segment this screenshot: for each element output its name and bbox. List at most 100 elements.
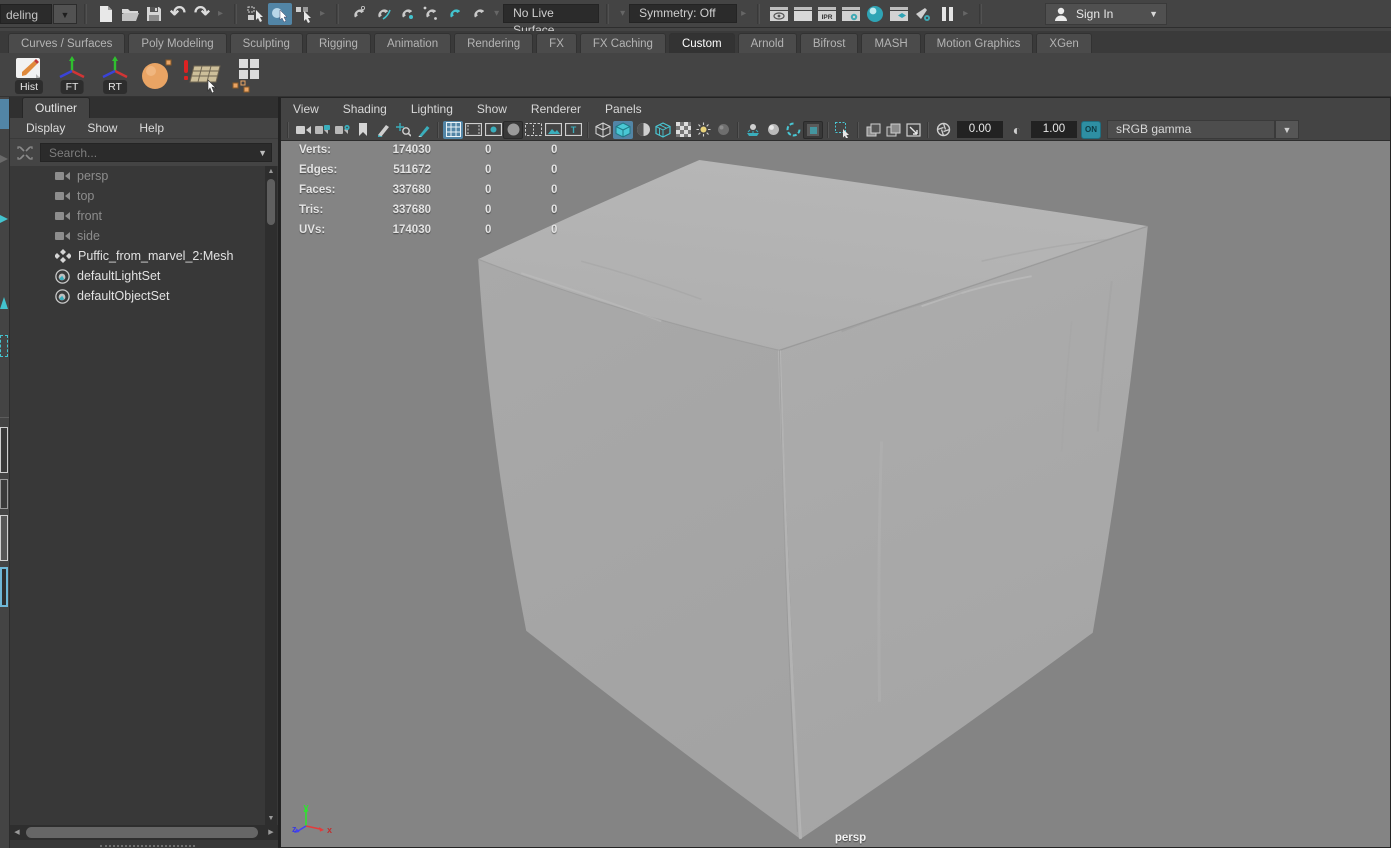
outliner-tab[interactable]: Outliner	[22, 97, 90, 118]
panel-resize-grip[interactable]	[100, 845, 195, 847]
snap-options-arrow-icon[interactable]: ▾	[494, 8, 499, 19]
scrollbar-thumb[interactable]	[26, 827, 258, 838]
multisampling-button[interactable]	[803, 121, 823, 139]
grid-toggle-button[interactable]	[443, 121, 463, 139]
shelf-item-ft[interactable]: FT	[55, 56, 89, 94]
image-plane-button[interactable]	[543, 121, 563, 139]
outliner-menu-display[interactable]: Display	[26, 121, 65, 135]
paint-effects-button[interactable]	[911, 3, 935, 25]
save-scene-button[interactable]	[142, 3, 166, 25]
viewport-menu-renderer[interactable]: Renderer	[531, 102, 581, 116]
filter-icon[interactable]	[16, 144, 34, 162]
outliner-item-mesh[interactable]: Puffic_from_marvel_2:Mesh	[10, 246, 264, 266]
snap-to-curves-button[interactable]	[370, 3, 394, 25]
resolution-gate-button[interactable]	[483, 121, 503, 139]
layout-outliner-persp-button[interactable]	[0, 567, 8, 607]
hypershade-button[interactable]	[863, 3, 887, 25]
snap-to-points-button[interactable]	[394, 3, 418, 25]
shelf-tab-arnold[interactable]: Arnold	[738, 33, 797, 53]
make-live-button[interactable]	[466, 3, 490, 25]
gate-mask-button[interactable]	[503, 121, 523, 139]
rotate-tool-icon[interactable]	[0, 297, 8, 309]
outliner-vertical-scrollbar[interactable]: ▲ ▼	[265, 166, 277, 825]
select-asset-button[interactable]	[292, 3, 316, 25]
shelf-item-warning-plane[interactable]	[182, 56, 222, 94]
live-surface-field[interactable]: No Live Surface	[503, 4, 599, 23]
group-collapse-arrow-icon[interactable]: ▸	[963, 8, 968, 19]
scroll-up-icon[interactable]: ▲	[265, 166, 277, 178]
view-transform-arrow-icon[interactable]: ▼	[1275, 120, 1299, 139]
shelf-tab-xgen[interactable]: XGen	[1036, 33, 1091, 53]
shadows-toggle-button[interactable]	[743, 121, 763, 139]
shelf-tab-sculpting[interactable]: Sculpting	[230, 33, 303, 53]
symmetry-options-arrow-icon[interactable]: ▾	[620, 8, 625, 19]
shelf-item-lattice[interactable]	[231, 56, 261, 94]
render-setup-button[interactable]	[887, 3, 911, 25]
flat-lighting-button[interactable]	[713, 121, 733, 139]
isolate-select-button[interactable]	[833, 121, 853, 139]
viewport-menu-show[interactable]: Show	[477, 102, 507, 116]
scroll-left-icon[interactable]: ◀	[10, 825, 24, 840]
outliner-item-front[interactable]: front	[10, 206, 264, 226]
undo-button[interactable]: ↶	[166, 3, 190, 25]
select-object-type-button[interactable]	[244, 3, 268, 25]
camera-attributes-button[interactable]	[333, 121, 353, 139]
snap-to-grid-button[interactable]	[346, 3, 370, 25]
ipr-render-button[interactable]: IPR	[815, 3, 839, 25]
wireframe-mode-button[interactable]	[593, 121, 613, 139]
select-tool-highlight[interactable]	[0, 99, 9, 129]
group-collapse-arrow-icon[interactable]: ▸	[741, 8, 746, 19]
outliner-horizontal-scrollbar[interactable]: ◀ ▶	[10, 825, 278, 840]
field-chart-button[interactable]	[523, 121, 543, 139]
smooth-shade-mode-button[interactable]	[613, 121, 633, 139]
outliner-menu-show[interactable]: Show	[87, 121, 117, 135]
outliner-item-default-object-set[interactable]: defaultObjectSet	[10, 286, 264, 306]
outliner-list[interactable]: persp top front	[10, 166, 264, 825]
outliner-item-default-light-set[interactable]: defaultLightSet	[10, 266, 264, 286]
exposure-button[interactable]	[933, 121, 953, 139]
select-camera-button[interactable]	[293, 121, 313, 139]
move-tool-icon[interactable]	[0, 215, 8, 223]
render-current-frame-button[interactable]	[791, 3, 815, 25]
group-collapse-arrow-icon[interactable]: ▸	[218, 8, 223, 19]
group-collapse-arrow-icon[interactable]: ▸	[320, 8, 325, 19]
pan-zoom-button[interactable]	[393, 121, 413, 139]
menu-set-selector[interactable]: deling	[0, 4, 52, 24]
film-gate-button[interactable]	[463, 121, 483, 139]
shelf-tab-motion-graphics[interactable]: Motion Graphics	[924, 33, 1034, 53]
new-scene-button[interactable]	[94, 3, 118, 25]
use-default-material-button[interactable]	[673, 121, 693, 139]
lock-camera-button[interactable]	[313, 121, 333, 139]
layout-four-pane-button[interactable]	[0, 479, 8, 509]
motion-blur-button[interactable]	[783, 121, 803, 139]
shelf-item-rt[interactable]: RT	[98, 56, 132, 94]
viewport-menu-view[interactable]: View	[293, 102, 319, 116]
snap-to-view-planes-button[interactable]	[442, 3, 466, 25]
open-scene-button[interactable]	[118, 3, 142, 25]
shelf-tab-custom[interactable]: Custom	[669, 33, 735, 53]
lighting-toggle-button[interactable]	[693, 121, 713, 139]
outliner-item-persp[interactable]: persp	[10, 166, 264, 186]
tool-icon-fragment[interactable]	[0, 155, 8, 163]
bookmark-button[interactable]	[353, 121, 373, 139]
shelf-tab-bifrost[interactable]: Bifrost	[800, 33, 859, 53]
copy-view-button[interactable]	[863, 121, 883, 139]
menu-set-dropdown-arrow-icon[interactable]: ▼	[53, 4, 77, 24]
exposure-field[interactable]: 0.00	[957, 121, 1003, 138]
paste-view-button[interactable]	[883, 121, 903, 139]
viewport-menu-shading[interactable]: Shading	[343, 102, 387, 116]
open-render-view-button[interactable]	[767, 3, 791, 25]
scroll-right-icon[interactable]: ▶	[264, 825, 278, 840]
search-dropdown-arrow-icon[interactable]: ▼	[258, 148, 267, 158]
outliner-search-input[interactable]	[40, 143, 272, 162]
view-transform-select[interactable]: sRGB gamma	[1107, 120, 1275, 139]
shelf-item-sphere[interactable]	[141, 56, 173, 94]
shelf-tab-rigging[interactable]: Rigging	[306, 33, 371, 53]
layout-pane-button[interactable]	[0, 515, 8, 561]
snap-to-projected-center-button[interactable]	[418, 3, 442, 25]
pause-viewport-button[interactable]	[935, 3, 959, 25]
outliner-item-side[interactable]: side	[10, 226, 264, 246]
snapshot-button[interactable]	[903, 121, 923, 139]
viewport-menu-panels[interactable]: Panels	[605, 102, 642, 116]
gamma-button[interactable]: ◐	[1007, 121, 1027, 139]
